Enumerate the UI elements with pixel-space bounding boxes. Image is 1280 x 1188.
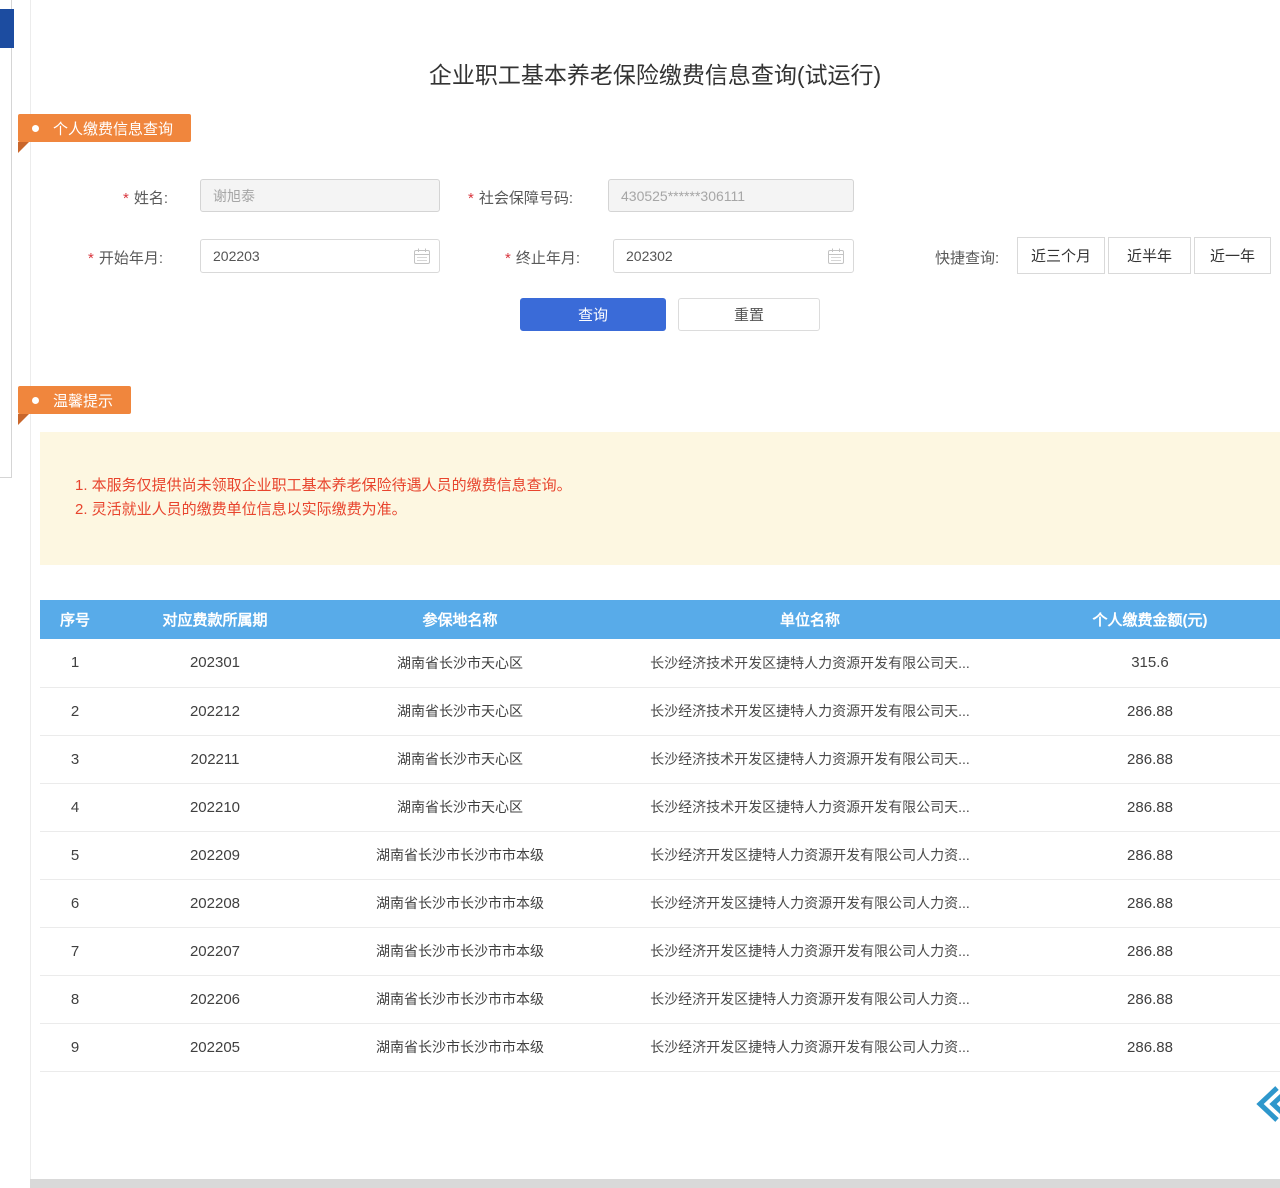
collapse-chevron-icon[interactable] bbox=[1252, 1083, 1280, 1130]
ribbon-fold bbox=[18, 142, 29, 153]
cell-index: 9 bbox=[40, 1023, 110, 1071]
quick-query-group: 近三个月 近半年 近一年 bbox=[1017, 237, 1271, 274]
cell-index: 2 bbox=[40, 687, 110, 735]
quick-query-label: 快捷查询: bbox=[935, 247, 999, 268]
cell-unit: 长沙经济开发区捷特人力资源开发有限公司人力资... bbox=[600, 975, 1020, 1023]
name-input[interactable] bbox=[200, 179, 440, 212]
cell-unit: 长沙经济技术开发区捷特人力资源开发有限公司天... bbox=[600, 783, 1020, 831]
cell-amount: 315.6 bbox=[1020, 639, 1280, 687]
cell-amount: 286.88 bbox=[1020, 831, 1280, 879]
header-amount: 个人缴费金额(元) bbox=[1020, 600, 1280, 639]
ssn-label: *社会保障号码: bbox=[468, 187, 573, 208]
sidebar-accent-block bbox=[0, 9, 14, 48]
start-month-label: *开始年月: bbox=[88, 247, 163, 268]
quick-half-year-button[interactable]: 近半年 bbox=[1108, 237, 1191, 274]
cell-period: 202210 bbox=[110, 783, 320, 831]
table-row: 6202208湖南省长沙市长沙市市本级长沙经济开发区捷特人力资源开发有限公司人力… bbox=[40, 879, 1280, 927]
cell-period: 202212 bbox=[110, 687, 320, 735]
required-mark: * bbox=[123, 190, 129, 207]
required-mark: * bbox=[88, 250, 94, 267]
quick-one-year-button[interactable]: 近一年 bbox=[1194, 237, 1271, 274]
cell-index: 3 bbox=[40, 735, 110, 783]
cell-unit: 长沙经济开发区捷特人力资源开发有限公司人力资... bbox=[600, 879, 1020, 927]
ribbon-fold bbox=[18, 414, 29, 425]
section-badge-label: 温馨提示 bbox=[53, 390, 113, 411]
end-month-input[interactable] bbox=[613, 239, 854, 273]
bottom-scrollbar[interactable] bbox=[30, 1179, 1280, 1188]
cell-amount: 286.88 bbox=[1020, 927, 1280, 975]
header-unit: 单位名称 bbox=[600, 600, 1020, 639]
cell-unit: 长沙经济技术开发区捷特人力资源开发有限公司天... bbox=[600, 639, 1020, 687]
cell-region: 湖南省长沙市长沙市市本级 bbox=[320, 975, 600, 1023]
results-table: 序号 对应费款所属期 参保地名称 单位名称 个人缴费金额(元) 1202301湖… bbox=[40, 600, 1280, 1072]
start-month-input[interactable] bbox=[200, 239, 440, 273]
bullet-icon bbox=[32, 125, 39, 132]
quick-3-months-button[interactable]: 近三个月 bbox=[1017, 237, 1105, 274]
cell-region: 湖南省长沙市天心区 bbox=[320, 687, 600, 735]
cell-amount: 286.88 bbox=[1020, 1023, 1280, 1071]
tip-line: 2. 灵活就业人员的缴费单位信息以实际缴费为准。 bbox=[75, 498, 407, 519]
cell-amount: 286.88 bbox=[1020, 783, 1280, 831]
cell-unit: 长沙经济开发区捷特人力资源开发有限公司人力资... bbox=[600, 927, 1020, 975]
cell-amount: 286.88 bbox=[1020, 687, 1280, 735]
cell-region: 湖南省长沙市长沙市市本级 bbox=[320, 927, 600, 975]
required-mark: * bbox=[468, 190, 474, 207]
table-row: 9202205湖南省长沙市长沙市市本级长沙经济开发区捷特人力资源开发有限公司人力… bbox=[40, 1023, 1280, 1071]
cell-period: 202206 bbox=[110, 975, 320, 1023]
cell-index: 1 bbox=[40, 639, 110, 687]
table-row: 3202211湖南省长沙市天心区长沙经济技术开发区捷特人力资源开发有限公司天..… bbox=[40, 735, 1280, 783]
panel-left-border bbox=[30, 0, 31, 1180]
section-badge-tips: 温馨提示 bbox=[18, 386, 131, 414]
table-row: 7202207湖南省长沙市长沙市市本级长沙经济开发区捷特人力资源开发有限公司人力… bbox=[40, 927, 1280, 975]
cell-amount: 286.88 bbox=[1020, 735, 1280, 783]
table-row: 1202301湖南省长沙市天心区长沙经济技术开发区捷特人力资源开发有限公司天..… bbox=[40, 639, 1280, 687]
cell-region: 湖南省长沙市长沙市市本级 bbox=[320, 1023, 600, 1071]
cell-index: 7 bbox=[40, 927, 110, 975]
cell-unit: 长沙经济技术开发区捷特人力资源开发有限公司天... bbox=[600, 687, 1020, 735]
cell-unit: 长沙经济技术开发区捷特人力资源开发有限公司天... bbox=[600, 735, 1020, 783]
table-row: 4202210湖南省长沙市天心区长沙经济技术开发区捷特人力资源开发有限公司天..… bbox=[40, 783, 1280, 831]
end-month-label: *终止年月: bbox=[505, 247, 580, 268]
cell-unit: 长沙经济开发区捷特人力资源开发有限公司人力资... bbox=[600, 1023, 1020, 1071]
cell-region: 湖南省长沙市天心区 bbox=[320, 783, 600, 831]
cell-period: 202211 bbox=[110, 735, 320, 783]
section-badge-label: 个人缴费信息查询 bbox=[53, 118, 173, 139]
cell-amount: 286.88 bbox=[1020, 975, 1280, 1023]
section-badge-personal-query: 个人缴费信息查询 bbox=[18, 114, 191, 142]
table-body: 1202301湖南省长沙市天心区长沙经济技术开发区捷特人力资源开发有限公司天..… bbox=[40, 639, 1280, 1071]
reset-button[interactable]: 重置 bbox=[678, 298, 820, 331]
cell-period: 202209 bbox=[110, 831, 320, 879]
table-header: 序号 对应费款所属期 参保地名称 单位名称 个人缴费金额(元) bbox=[40, 600, 1280, 639]
cell-index: 8 bbox=[40, 975, 110, 1023]
header-index: 序号 bbox=[40, 600, 110, 639]
cell-region: 湖南省长沙市长沙市市本级 bbox=[320, 831, 600, 879]
cell-period: 202301 bbox=[110, 639, 320, 687]
cell-region: 湖南省长沙市长沙市市本级 bbox=[320, 879, 600, 927]
required-mark: * bbox=[505, 250, 511, 267]
name-label: *姓名: bbox=[123, 187, 168, 208]
cell-amount: 286.88 bbox=[1020, 879, 1280, 927]
cell-index: 5 bbox=[40, 831, 110, 879]
cell-region: 湖南省长沙市天心区 bbox=[320, 735, 600, 783]
left-gutter bbox=[0, 0, 12, 478]
header-period: 对应费款所属期 bbox=[110, 600, 320, 639]
cell-index: 6 bbox=[40, 879, 110, 927]
table-row: 2202212湖南省长沙市天心区长沙经济技术开发区捷特人力资源开发有限公司天..… bbox=[40, 687, 1280, 735]
cell-unit: 长沙经济开发区捷特人力资源开发有限公司人力资... bbox=[600, 831, 1020, 879]
cell-period: 202207 bbox=[110, 927, 320, 975]
cell-period: 202205 bbox=[110, 1023, 320, 1071]
ssn-input[interactable] bbox=[608, 179, 854, 212]
tips-box: 1. 本服务仅提供尚未领取企业职工基本养老保险待遇人员的缴费信息查询。 2. 灵… bbox=[40, 432, 1280, 565]
cell-region: 湖南省长沙市天心区 bbox=[320, 639, 600, 687]
page-title: 企业职工基本养老保险缴费信息查询(试运行) bbox=[30, 56, 1280, 90]
bullet-icon bbox=[32, 397, 39, 404]
cell-index: 4 bbox=[40, 783, 110, 831]
page: 企业职工基本养老保险缴费信息查询(试运行) 个人缴费信息查询 *姓名: *社会保… bbox=[0, 0, 1280, 1188]
cell-period: 202208 bbox=[110, 879, 320, 927]
query-button[interactable]: 查询 bbox=[520, 298, 666, 331]
table-row: 5202209湖南省长沙市长沙市市本级长沙经济开发区捷特人力资源开发有限公司人力… bbox=[40, 831, 1280, 879]
table-row: 8202206湖南省长沙市长沙市市本级长沙经济开发区捷特人力资源开发有限公司人力… bbox=[40, 975, 1280, 1023]
header-region: 参保地名称 bbox=[320, 600, 600, 639]
tip-line: 1. 本服务仅提供尚未领取企业职工基本养老保险待遇人员的缴费信息查询。 bbox=[75, 474, 572, 495]
